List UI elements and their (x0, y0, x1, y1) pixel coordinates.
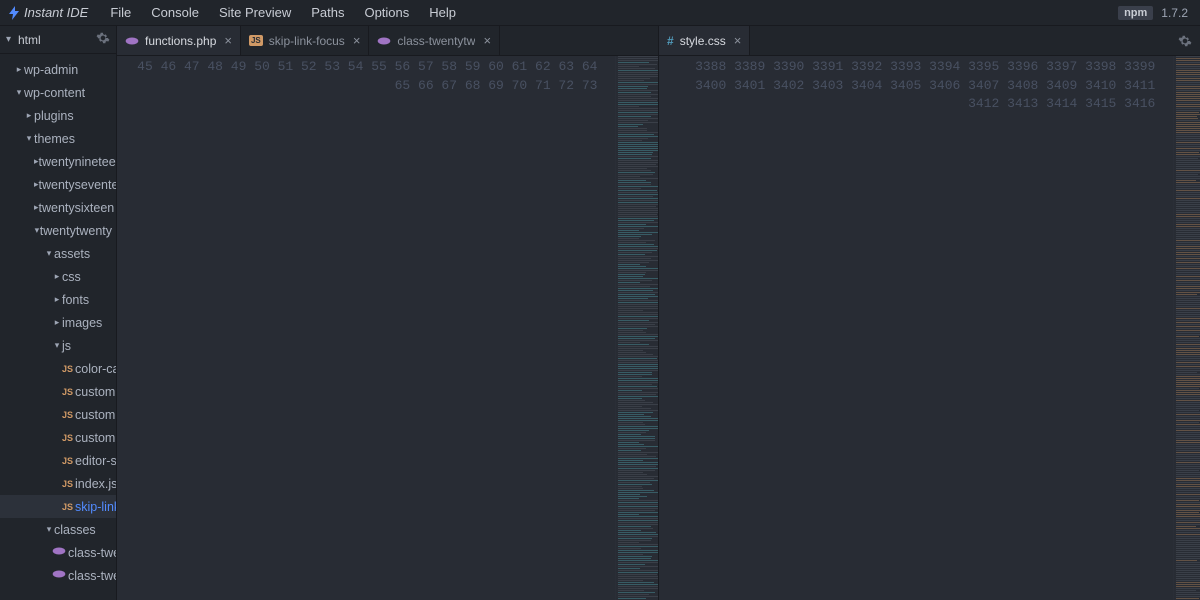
file-class-twentytwenty-non-latin-php[interactable]: class-twentytwenty-non-latin.php (0, 564, 116, 587)
menu-item-file[interactable]: File (100, 5, 141, 20)
folder-classes[interactable]: ▾classes (0, 518, 116, 541)
editor-pane-left: functions.php×JSskip-link-focus×class-tw… (117, 26, 659, 600)
code-area-right[interactable]: 3388 3389 3390 3391 3392 3393 3394 3395 … (659, 56, 1200, 600)
folder-twentysixteen[interactable]: ▸twentysixteen (0, 196, 116, 219)
folder-js[interactable]: ▾js (0, 334, 116, 357)
folder-css[interactable]: ▸css (0, 265, 116, 288)
chevron-down-icon: ▾ (6, 34, 16, 45)
close-icon[interactable]: × (353, 33, 361, 48)
sidebar: ▾ html ▸wp-admin▾wp-content▸plugins▾them… (0, 26, 117, 600)
bolt-icon (8, 6, 20, 20)
version-label: 1.7.2 (1161, 6, 1192, 20)
php-icon (125, 34, 139, 48)
tabbar-right: #style.css× (659, 26, 1200, 56)
menu-item-help[interactable]: Help (419, 5, 466, 20)
folder-fonts[interactable]: ▸fonts (0, 288, 116, 311)
file-color-calculations-js[interactable]: JScolor-calculations.js (0, 357, 116, 380)
file-index-js[interactable]: JSindex.js (0, 472, 116, 495)
menu-item-paths[interactable]: Paths (301, 5, 354, 20)
folder-wp-admin[interactable]: ▸wp-admin (0, 58, 116, 81)
close-icon[interactable]: × (734, 33, 742, 48)
close-icon[interactable]: × (483, 33, 491, 48)
file-customize-js[interactable]: JScustomize.js (0, 426, 116, 449)
menubar: Instant IDE FileConsoleSite PreviewPaths… (0, 0, 1200, 26)
app-title: Instant IDE (24, 5, 88, 20)
tab-class-twentytw[interactable]: class-twentytw× (369, 26, 500, 55)
menu-item-console[interactable]: Console (141, 5, 209, 20)
minimap-right[interactable] (1173, 56, 1200, 600)
code-area-left[interactable]: 45 46 47 48 49 50 51 52 53 54 55 56 57 5… (117, 56, 658, 600)
gear-icon[interactable] (96, 31, 110, 48)
folder-wp-content[interactable]: ▾wp-content (0, 81, 116, 104)
folder-twentyseventeen[interactable]: ▸twentyseventeen (0, 173, 116, 196)
folder-assets[interactable]: ▾assets (0, 242, 116, 265)
file-editor-script-block-js[interactable]: JSeditor-script-block.js (0, 449, 116, 472)
tab-style-css[interactable]: #style.css× (659, 26, 750, 55)
file-class-twentytwenty-customize-php[interactable]: class-twentytwenty-customize.php (0, 541, 116, 564)
php-icon (377, 34, 391, 48)
sidebar-root-label: html (16, 33, 96, 47)
folder-images[interactable]: ▸images (0, 311, 116, 334)
minimap-left[interactable] (615, 56, 658, 600)
tab-functions-php[interactable]: functions.php× (117, 26, 241, 55)
close-icon[interactable]: × (224, 33, 232, 48)
file-tree: ▸wp-admin▾wp-content▸plugins▾themes▸twen… (0, 54, 116, 591)
folder-themes[interactable]: ▾themes (0, 127, 116, 150)
menu-item-options[interactable]: Options (354, 5, 419, 20)
sidebar-header[interactable]: ▾ html (0, 26, 116, 54)
file-customize-preview-js[interactable]: JScustomize-preview.js (0, 403, 116, 426)
menu-item-site-preview[interactable]: Site Preview (209, 5, 301, 20)
folder-twentytwenty[interactable]: ▾twentytwenty (0, 219, 116, 242)
gutter-left: 45 46 47 48 49 50 51 52 53 54 55 56 57 5… (117, 56, 609, 600)
npm-badge[interactable]: npm (1118, 6, 1153, 20)
js-icon: JS (249, 35, 263, 46)
file-skip-link-focus-fix-js[interactable]: JSskip-link-focus-fix.js (0, 495, 116, 518)
tab-skip-link-focus[interactable]: JSskip-link-focus× (241, 26, 369, 55)
gutter-right: 3388 3389 3390 3391 3392 3393 3394 3395 … (659, 56, 1167, 600)
gear-icon[interactable] (1170, 26, 1200, 55)
folder-twentynineteen[interactable]: ▸twentynineteen (0, 150, 116, 173)
folder-plugins[interactable]: ▸plugins (0, 104, 116, 127)
app-logo: Instant IDE (8, 5, 88, 20)
file-customize-controls-js[interactable]: JScustomize-controls.js (0, 380, 116, 403)
css-icon: # (667, 34, 674, 48)
tabbar-left: functions.php×JSskip-link-focus×class-tw… (117, 26, 658, 56)
editor-pane-right: #style.css× 3388 3389 3390 3391 3392 339… (659, 26, 1200, 600)
